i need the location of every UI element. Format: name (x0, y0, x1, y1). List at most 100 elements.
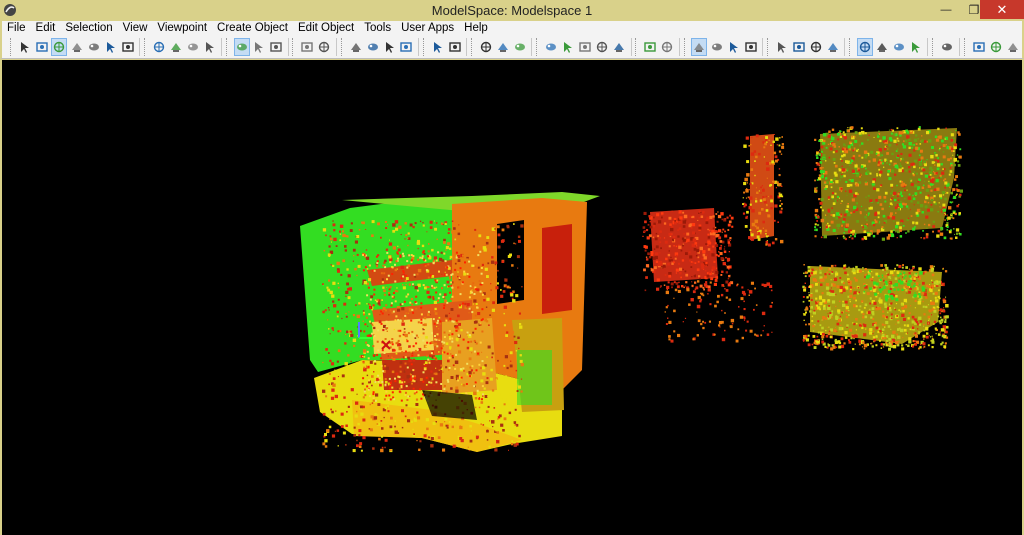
cloud-c-button[interactable] (513, 38, 528, 56)
toolbar-grip[interactable] (226, 37, 230, 56)
grab-button[interactable] (940, 38, 955, 56)
view-iso-button[interactable] (825, 38, 840, 56)
box-view-button[interactable] (233, 37, 250, 56)
circle-button[interactable] (185, 38, 200, 56)
select-plus-icon (36, 41, 48, 52)
render-d-button[interactable] (908, 38, 923, 56)
menu-viewpoint[interactable]: Viewpoint (152, 21, 212, 35)
close-button[interactable]: ✕ (980, 0, 1024, 19)
zoom-window-button[interactable] (382, 38, 397, 56)
point-cloud[interactable] (2, 60, 1022, 535)
layers-icon (644, 41, 657, 52)
viewport-3d[interactable] (2, 60, 1022, 535)
toolbar-grip[interactable] (10, 37, 14, 56)
toolbar-grip[interactable] (340, 37, 345, 56)
rotate-icon (121, 41, 134, 52)
zoom-in-button[interactable] (348, 38, 363, 56)
doorway-void (497, 220, 524, 304)
view-side-icon (793, 41, 805, 52)
menu-file[interactable]: File (2, 21, 31, 35)
pan-hand-button[interactable] (51, 37, 68, 56)
cone-button[interactable] (612, 38, 627, 56)
points-button[interactable] (300, 38, 315, 56)
toolbar-separator (678, 37, 680, 56)
fit-button[interactable] (317, 38, 332, 56)
move-button[interactable] (86, 38, 101, 56)
scan-button[interactable] (709, 38, 724, 56)
cube-button[interactable] (252, 38, 267, 56)
pan-hand-icon (54, 41, 65, 52)
select-arrow-button[interactable] (18, 38, 33, 56)
toolbar-grip[interactable] (143, 37, 148, 56)
zoom-extents-button[interactable] (399, 38, 414, 56)
toolbar-grip[interactable] (766, 37, 771, 56)
globe-icon (729, 41, 738, 53)
toolbar-grip[interactable] (932, 37, 936, 56)
menu-view[interactable]: View (118, 21, 153, 35)
layer-select-button[interactable] (660, 38, 675, 56)
view-side-button[interactable] (791, 38, 806, 56)
toolbar-grip[interactable] (849, 37, 853, 56)
undo-button[interactable] (971, 38, 986, 56)
cloud-a-button[interactable] (479, 38, 494, 56)
menu-user-apps[interactable]: User Apps (396, 21, 459, 35)
minimize-icon: — (940, 3, 952, 16)
globe-button[interactable] (726, 38, 741, 56)
render-a-button[interactable] (856, 37, 873, 56)
view-front-icon (777, 41, 786, 53)
toolbar-grip[interactable] (536, 37, 540, 56)
menu-selection[interactable]: Selection (60, 21, 117, 35)
toolbar-separator (531, 37, 533, 56)
add-layer-button[interactable] (430, 38, 445, 56)
menu-help[interactable]: Help (459, 21, 493, 35)
render-d-icon (911, 41, 920, 53)
menu-tools[interactable]: Tools (359, 21, 396, 35)
minimize-button[interactable]: — (932, 0, 960, 19)
zoom-window-icon (385, 41, 394, 53)
menu-edit-object[interactable]: Edit Object (293, 21, 359, 35)
select-plus-button[interactable] (35, 38, 50, 56)
toolbar-grip[interactable] (471, 37, 475, 56)
view-iso-icon (827, 42, 838, 52)
toolbar-grip[interactable] (683, 37, 688, 56)
toolbar-separator (762, 37, 763, 56)
merge-button[interactable] (447, 38, 462, 56)
restore-icon: ❐ (968, 2, 980, 17)
menu-edit[interactable]: Edit (31, 21, 61, 35)
render-a-icon (859, 41, 870, 52)
toolbar-separator (287, 37, 289, 56)
paste-button[interactable] (561, 38, 576, 56)
layers-button[interactable] (643, 38, 658, 56)
render-b-button[interactable] (875, 38, 890, 56)
copy-button[interactable] (544, 38, 559, 56)
toolbar-grip[interactable] (422, 37, 427, 56)
far-floor-cloud (664, 280, 773, 343)
redo-button[interactable] (988, 38, 1003, 56)
pipe-icon (596, 41, 608, 52)
render-c-button[interactable] (892, 38, 907, 56)
rectangle-button[interactable] (168, 38, 183, 56)
cloud-b-button[interactable] (496, 38, 511, 56)
zoom-out-button[interactable] (365, 38, 380, 56)
layer-select-icon (662, 41, 673, 52)
close-icon: ✕ (996, 1, 1008, 17)
fence-button[interactable] (152, 38, 167, 56)
rotate-button[interactable] (120, 38, 135, 56)
view-front-button[interactable] (775, 38, 790, 56)
pencil-button[interactable] (69, 38, 84, 56)
orbit-button[interactable] (103, 38, 118, 56)
toolbar-grip[interactable] (292, 37, 296, 56)
polygon-button[interactable] (202, 38, 217, 56)
view-top-button[interactable] (808, 38, 823, 56)
menu-create-object[interactable]: Create Object (212, 21, 293, 35)
measure-button[interactable] (578, 38, 593, 56)
settings-button[interactable] (1005, 38, 1020, 56)
toolbar-grip[interactable] (963, 37, 968, 56)
person-button[interactable] (691, 37, 708, 56)
pipe-button[interactable] (595, 38, 610, 56)
pointer-button[interactable] (743, 38, 758, 56)
toolbar-grip[interactable] (635, 37, 639, 56)
fence-icon (153, 41, 165, 52)
circle-icon (187, 43, 198, 50)
node-button[interactable] (269, 38, 284, 56)
